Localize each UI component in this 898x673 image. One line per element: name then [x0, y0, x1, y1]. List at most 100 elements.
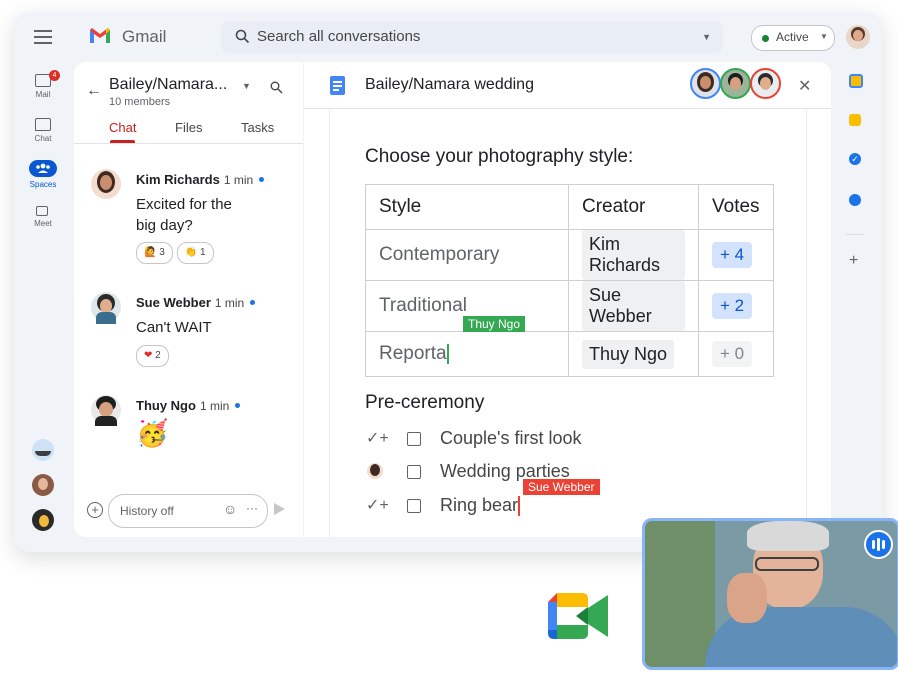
rail-item-mail[interactable]: 4 Mail — [18, 70, 68, 99]
person-chip[interactable]: Sue Webber — [582, 281, 685, 331]
add-app-icon[interactable]: + — [849, 252, 858, 270]
tasks-icon[interactable]: ✓ — [849, 153, 861, 165]
collaborator-avatar[interactable] — [720, 68, 751, 99]
document-pane: Bailey/Namara wedding ✕ Choose your phot… — [304, 62, 831, 537]
contact-avatar[interactable] — [32, 474, 54, 496]
task-text[interactable]: Couple's first look — [440, 428, 582, 449]
reactions: ❤ 2 — [136, 345, 173, 367]
main-menu-icon[interactable] — [34, 30, 52, 44]
style-cell[interactable]: Contemporary — [365, 229, 569, 281]
participant-hand — [727, 573, 767, 623]
tab-files[interactable]: Files — [175, 120, 202, 135]
speaking-indicator-icon — [864, 530, 893, 559]
reaction-chip[interactable]: 🙋 3 — [136, 242, 173, 264]
status-selector[interactable]: Active ▼ — [751, 25, 835, 51]
reaction-count: 1 — [200, 247, 206, 258]
sender-name: Sue Webber — [136, 295, 211, 310]
tab-chat[interactable]: Chat — [109, 120, 136, 135]
document-heading: Choose your photography style: — [365, 146, 634, 167]
member-count: 10 members — [109, 96, 171, 108]
video-tile[interactable] — [642, 518, 898, 670]
person-chip[interactable]: Kim Richards — [582, 230, 685, 280]
task-text[interactable]: Ring bear — [440, 495, 521, 517]
contacts-icon[interactable] — [849, 194, 861, 206]
message-line: Can't WAIT — [136, 319, 212, 336]
chat-icon — [35, 118, 51, 131]
calendar-icon[interactable] — [849, 74, 863, 88]
vote-button[interactable]: + 0 — [712, 341, 753, 367]
assignee-avatar[interactable] — [367, 463, 383, 479]
avatar[interactable] — [91, 169, 121, 199]
meet-logo — [548, 593, 608, 644]
column-header: Creator — [568, 184, 699, 230]
emoji-icon[interactable]: ☺ — [223, 501, 237, 517]
gmail-window: Gmail Search all conversations ▼ Active … — [14, 12, 882, 552]
style-cell[interactable]: Reporta — [365, 331, 569, 377]
reaction-count: 3 — [159, 247, 165, 258]
search-icon[interactable] — [270, 81, 283, 94]
assign-task-icon[interactable]: ✓+ — [366, 495, 389, 515]
assign-task-icon[interactable]: ✓+ — [366, 428, 389, 448]
app-name: Gmail — [122, 27, 167, 46]
rail-item-chat[interactable]: Chat — [18, 118, 68, 143]
party-emoji: 🥳 — [136, 418, 169, 448]
avatar[interactable] — [91, 292, 121, 324]
table-row: Reporta Thuy Ngo + 0 — [365, 331, 774, 377]
creator-cell: Kim Richards — [568, 229, 699, 281]
account-avatar[interactable] — [846, 25, 870, 49]
compose-input[interactable]: History off ☺ ··· — [108, 494, 268, 528]
reaction-emoji: ❤ — [144, 350, 153, 361]
sender-name: Kim Richards — [136, 172, 220, 187]
reaction-emoji: 🙋 — [144, 247, 157, 258]
column-header: Votes — [698, 184, 774, 230]
space-title[interactable]: Bailey/Namara... — [109, 76, 227, 94]
rail-label-meet: Meet — [34, 219, 52, 228]
reaction-chip[interactable]: ❤ 2 — [136, 345, 169, 367]
task-checkbox[interactable] — [407, 465, 421, 479]
rail-label-spaces: Spaces — [29, 180, 57, 189]
rail-item-meet[interactable]: Meet — [18, 206, 68, 228]
space-avatar-boat[interactable] — [32, 439, 54, 461]
message-time: 1 min — [214, 296, 245, 310]
search-options-icon[interactable]: ▼ — [702, 32, 711, 42]
reaction-emoji: 👏 — [184, 247, 198, 258]
reaction-chip[interactable]: 👏 1 — [176, 242, 214, 264]
gmail-logo[interactable] — [89, 27, 111, 45]
task-checkbox[interactable] — [407, 432, 421, 446]
task-checkbox[interactable] — [407, 499, 421, 513]
vote-button[interactable]: + 4 — [712, 242, 753, 268]
send-icon[interactable] — [274, 503, 285, 515]
more-options-icon[interactable]: ··· — [246, 501, 258, 515]
compose-placeholder[interactable]: History off — [120, 504, 174, 518]
document-title[interactable]: Bailey/Namara wedding — [365, 76, 534, 94]
message-text: Can't WAIT — [136, 317, 212, 338]
message-line: Excited for the — [136, 196, 232, 213]
creator-cell: Sue Webber — [568, 280, 699, 332]
search-bar[interactable]: Search all conversations ▼ — [221, 21, 723, 53]
close-icon[interactable]: ✕ — [798, 76, 811, 96]
creator-cell: Thuy Ngo — [568, 331, 699, 377]
votes-cell: + 2 — [698, 280, 774, 332]
rail-label-mail: Mail — [35, 90, 51, 99]
message-time: 1 min — [199, 399, 230, 413]
rail-item-spaces[interactable]: Spaces — [18, 160, 68, 189]
style-text: Reporta — [379, 343, 447, 364]
reactions: 🙋 3 👏 1 — [136, 242, 218, 264]
column-header: Style — [365, 184, 569, 230]
tab-tasks[interactable]: Tasks — [241, 120, 274, 135]
collaborator-avatar[interactable] — [690, 68, 721, 99]
docs-icon — [330, 76, 345, 95]
back-arrow-icon[interactable]: ← — [86, 82, 102, 100]
vote-button[interactable]: + 2 — [712, 293, 753, 319]
person-chip[interactable]: Thuy Ngo — [582, 339, 675, 369]
add-attachment-icon[interactable]: + — [87, 502, 103, 518]
video-background — [645, 521, 715, 667]
avatar[interactable] — [91, 395, 121, 426]
search-placeholder[interactable]: Search all conversations — [257, 28, 420, 45]
contact-avatar[interactable] — [32, 509, 54, 531]
chevron-down-icon[interactable]: ▼ — [242, 81, 251, 91]
keep-icon[interactable] — [849, 114, 861, 126]
message-header: Sue Webber 1 min — [136, 294, 256, 312]
online-dot — [235, 403, 241, 409]
collaborator-avatar[interactable] — [750, 68, 781, 99]
